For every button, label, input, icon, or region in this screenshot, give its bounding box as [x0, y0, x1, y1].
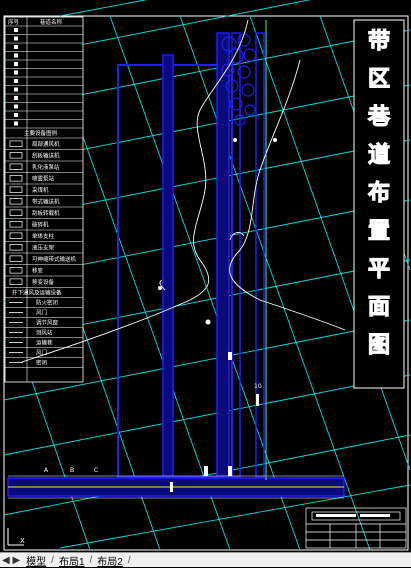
title-char: 带 [368, 29, 390, 54]
title-block [305, 507, 407, 549]
legend-item: 刮板输送机 [32, 152, 60, 160]
legend-item: 带式输送机 [32, 198, 60, 206]
cad-drawing: 序号 巷道名称主要设备图例局部通风机刮板输送机乳化液泵站喷雾泵站采煤机带式输送机刮… [3, 0, 411, 551]
legend-bullet-icon [14, 45, 18, 49]
title-char: 平 [368, 257, 390, 282]
legend-bullet-icon [14, 121, 18, 126]
tab-model[interactable]: 模型 [22, 553, 50, 568]
title-char: 布 [368, 180, 390, 206]
legend-item: 乳化液泵站 [32, 163, 60, 171]
legend-panel: 序号 巷道名称主要设备图例局部通风机刮板输送机乳化液泵站喷雾泵站采煤机带式输送机刮… [4, 16, 84, 383]
legend-bullet-icon [14, 96, 18, 100]
tab-layout1[interactable]: 布局1 [55, 553, 89, 568]
legend-section-title: 主要设备图例 [24, 129, 58, 137]
legend-item: 采煤机 [32, 186, 49, 194]
legend-item: 喷雾泵站 [32, 175, 55, 183]
legend-header: 巷道名称 [40, 18, 63, 26]
legend-bullet-icon [14, 28, 18, 32]
legend-item: 调节风窗 [36, 319, 59, 327]
legend-header: 序号 [8, 18, 20, 26]
legend-bullet-icon [14, 36, 18, 41]
legend-bullet-icon [14, 53, 18, 58]
legend-item: 移变 [32, 267, 44, 275]
ucs-icon: X [7, 528, 25, 546]
legend-item: 风门 [36, 309, 47, 317]
legend-bullet-icon [14, 113, 18, 117]
cad-canvas[interactable]: 序号 巷道名称主要设备图例局部通风机刮板输送机乳化液泵站喷雾泵站采煤机带式输送机刮… [0, 0, 411, 568]
legend-item: 密闭 [36, 359, 47, 367]
legend-bullet-icon [14, 87, 18, 92]
legend-bullet-icon [14, 79, 18, 83]
station-label: 10 [254, 383, 262, 390]
legend-item: 刮板转载机 [32, 209, 60, 217]
title-char: 道 [368, 142, 390, 168]
layout-tab-bar: ◀ ▶ 模型 / 布局1 / 布局2 / [0, 552, 411, 568]
title-char: 置 [368, 219, 390, 244]
svg-text:X: X [20, 537, 25, 545]
tab-nav-arrows[interactable]: ◀ ▶ [0, 555, 22, 566]
legend-item: 可伸缩带式输送机 [32, 255, 77, 263]
legend-bullet-icon [14, 104, 18, 109]
legend-item: 破碎机 [32, 221, 49, 229]
tab-layout2[interactable]: 布局2 [93, 553, 127, 568]
marker-label: A [44, 467, 49, 474]
legend-section-title: 井下通风及运输设备 [12, 289, 62, 297]
marker-label: B [70, 467, 74, 474]
legend-item: 测风站 [36, 329, 53, 337]
title-char: 面 [368, 295, 390, 320]
legend-item: 防火密闭 [36, 299, 58, 307]
legend-item: 局部通风机 [32, 140, 60, 148]
title-char: 图 [368, 333, 390, 358]
title-panel: 带区巷道布置平面图 [353, 19, 405, 389]
legend-item: 单体支柱 [32, 232, 55, 240]
title-char: 区 [368, 67, 390, 92]
marker-label: C [94, 467, 98, 474]
title-char: 巷 [367, 105, 391, 130]
legend-item: 移变设备 [32, 278, 55, 286]
legend-item: 液压支架 [32, 244, 55, 252]
legend-item: 运输巷 [36, 339, 53, 347]
legend-bullet-icon [14, 70, 18, 75]
legend-bullet-icon [14, 62, 18, 66]
